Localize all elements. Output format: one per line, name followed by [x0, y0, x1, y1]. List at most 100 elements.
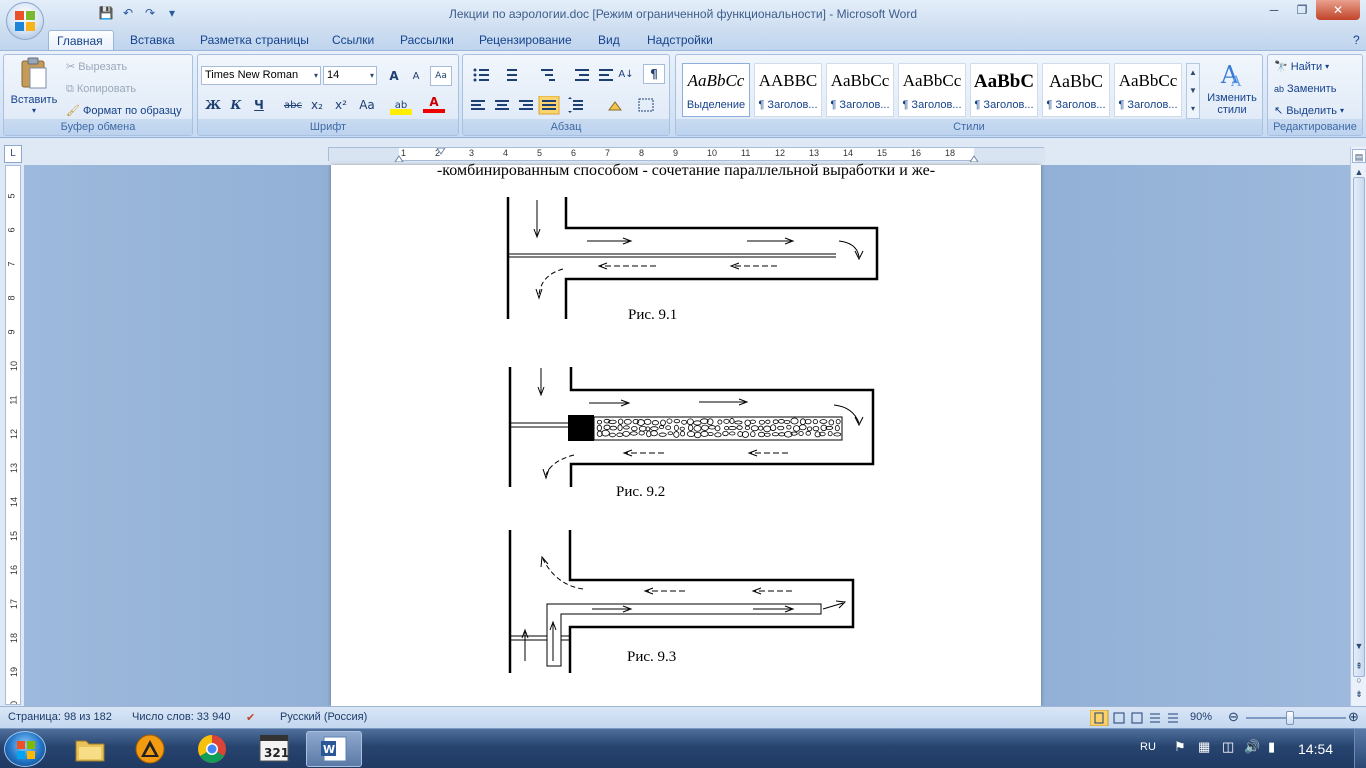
paste-button[interactable]: Вставить ▾: [7, 57, 61, 121]
tab-home[interactable]: Главная: [48, 30, 114, 50]
clock[interactable]: 14:54: [1298, 741, 1333, 757]
cut-button[interactable]: ✂ Вырезать: [66, 57, 127, 77]
help-icon[interactable]: ?: [1345, 30, 1366, 50]
format-painter-button[interactable]: 🖌 Формат по образцу: [66, 101, 182, 121]
vertical-scrollbar[interactable]: ▤ ▲ ▼ ⇞ ○ ⇟: [1350, 147, 1366, 706]
input-language[interactable]: RU: [1140, 741, 1156, 753]
style-name: ¶ Заголов...: [1118, 99, 1178, 111]
zoom-slider-knob[interactable]: [1286, 711, 1295, 725]
strikethrough-button[interactable]: abc: [282, 95, 304, 115]
close-button[interactable]: ✕: [1316, 0, 1360, 20]
copy-button[interactable]: ⧉ Копировать: [66, 79, 136, 99]
flag-icon[interactable]: ⚑: [1174, 739, 1186, 755]
style-heading-3[interactable]: AaBbCc ¶ Заголов...: [898, 63, 966, 117]
tab-page-layout[interactable]: Разметка страницы: [192, 30, 317, 50]
zoom-slider[interactable]: [1246, 711, 1346, 725]
next-page-icon[interactable]: ⇟: [1352, 687, 1366, 701]
spellcheck-icon[interactable]: ✔: [246, 711, 255, 724]
style-emphasis[interactable]: AaBbCc Выделение: [682, 63, 750, 117]
page[interactable]: -комбинированным способом - сочетание па…: [331, 162, 1041, 706]
tab-addins[interactable]: Надстройки: [639, 30, 721, 50]
styles-group: AaBbCc Выделение AABBC ¶ Заголов... AaBb…: [675, 54, 1263, 136]
chevron-down-icon: ▾: [1325, 62, 1330, 71]
show-desktop-button[interactable]: [1354, 729, 1366, 768]
replace-button[interactable]: ab Заменить: [1274, 79, 1336, 99]
select-button[interactable]: ↖ Выделить ▾: [1274, 101, 1344, 121]
ruler-label: 8: [6, 295, 17, 301]
font-family-box[interactable]: Times New Roman ▾: [201, 66, 321, 85]
italic-button[interactable]: К: [225, 95, 247, 115]
body-text-line[interactable]: -комбинированным способом - сочетание па…: [331, 162, 1041, 180]
find-button[interactable]: 🔭 Найти ▾: [1274, 57, 1329, 77]
style-heading-2[interactable]: AaBbCc ¶ Заголов...: [826, 63, 894, 117]
ruler-label: 13: [9, 462, 20, 474]
shrink-font-icon[interactable]: A: [405, 66, 427, 86]
browse-object-icon[interactable]: ○: [1352, 673, 1366, 687]
highlight-icon[interactable]: ab: [390, 95, 412, 115]
style-heading-6[interactable]: AaBbCc ¶ Заголов...: [1114, 63, 1182, 117]
logo-red: [15, 11, 24, 20]
chrome-taskbar-button[interactable]: [184, 731, 240, 767]
tab-review[interactable]: Рецензирование: [471, 30, 580, 50]
explorer-taskbar-button[interactable]: [62, 731, 118, 767]
zoom-in-icon[interactable]: ⊕: [1348, 709, 1359, 725]
svg-text:W: W: [323, 743, 335, 756]
scroll-down-icon[interactable]: ▼: [1352, 639, 1366, 653]
tab-mailings[interactable]: Рассылки: [392, 30, 462, 50]
change-styles-icon: A A: [1220, 61, 1242, 90]
subscript-button[interactable]: x₂: [306, 95, 328, 115]
clear-format-icon[interactable]: Aa: [430, 66, 452, 86]
mpc-taskbar-button[interactable]: 321: [246, 731, 302, 767]
figure-caption[interactable]: Рис. 9.3: [627, 649, 676, 666]
word-count[interactable]: Число слов: 33 940: [132, 711, 230, 723]
start-button[interactable]: [4, 731, 46, 767]
prev-page-icon[interactable]: ⇞: [1352, 659, 1366, 673]
aimp-taskbar-button[interactable]: [122, 731, 178, 767]
superscript-button[interactable]: x²: [330, 95, 352, 115]
document-area[interactable]: -комбинированным способом - сочетание па…: [24, 162, 1350, 706]
update-icon[interactable]: ◫: [1222, 739, 1234, 755]
styles-scroll[interactable]: ▲ ▼ ▾: [1186, 63, 1200, 119]
font-color-icon[interactable]: A: [423, 95, 445, 113]
figure-caption[interactable]: Рис. 9.1: [628, 307, 677, 324]
figure-caption[interactable]: Рис. 9.2: [616, 484, 665, 501]
cursor-icon: ↖: [1274, 105, 1284, 117]
change-case-button[interactable]: Aa: [356, 95, 378, 115]
tab-references[interactable]: Ссылки: [324, 30, 382, 50]
ruler-label: 17: [9, 598, 20, 610]
minimize-button[interactable]: ─: [1260, 0, 1288, 20]
ruler-toggle-icon[interactable]: ▤: [1352, 149, 1366, 163]
tab-insert[interactable]: Вставка: [122, 30, 183, 50]
vertical-ruler[interactable]: 5 6 7 8 9 10 11 12 13 14 15 16 17 18 19 20: [5, 165, 21, 705]
paste-icon: [21, 57, 47, 89]
office-button[interactable]: [6, 2, 44, 40]
battery-icon[interactable]: ▮: [1268, 739, 1275, 755]
change-styles-button[interactable]: A A Изменить стили: [1204, 59, 1260, 121]
horizontal-ruler[interactable]: 211234567891011121314151618: [328, 147, 1045, 162]
style-heading-1[interactable]: AABBC ¶ Заголов...: [754, 63, 822, 117]
zoom-level[interactable]: 90%: [1190, 711, 1212, 723]
ruler-label: 14: [9, 496, 20, 508]
bold-button[interactable]: Ж: [202, 95, 224, 115]
word-taskbar-button[interactable]: W: [306, 731, 362, 767]
page-indicator[interactable]: Страница: 98 из 182: [8, 711, 112, 723]
view-buttons[interactable]: [1090, 710, 1182, 726]
style-name: ¶ Заголов...: [758, 99, 818, 111]
zoom-out-icon[interactable]: ⊖: [1228, 709, 1239, 725]
volume-icon[interactable]: 🔊: [1244, 739, 1260, 755]
underline-button[interactable]: Ч: [248, 95, 270, 115]
tab-selector[interactable]: L: [4, 145, 22, 163]
style-heading-4[interactable]: AaBbC ¶ Заголов...: [970, 63, 1038, 117]
tab-view[interactable]: Вид: [590, 30, 628, 50]
scroll-thumb[interactable]: [1353, 177, 1365, 677]
style-heading-5[interactable]: AaBbC ¶ Заголов...: [1042, 63, 1110, 117]
grow-font-icon[interactable]: A: [383, 66, 405, 86]
language-indicator[interactable]: Русский (Россия): [280, 711, 367, 723]
sort-icon[interactable]: A↓: [615, 64, 637, 84]
alignment-icons: [471, 96, 654, 115]
maximize-button[interactable]: ❐: [1288, 0, 1316, 20]
show-marks-icon[interactable]: ¶: [643, 64, 665, 84]
network-icon[interactable]: ▦: [1198, 739, 1210, 755]
ruler-label: 9: [6, 329, 17, 335]
font-size-box[interactable]: 14 ▾: [323, 66, 377, 85]
